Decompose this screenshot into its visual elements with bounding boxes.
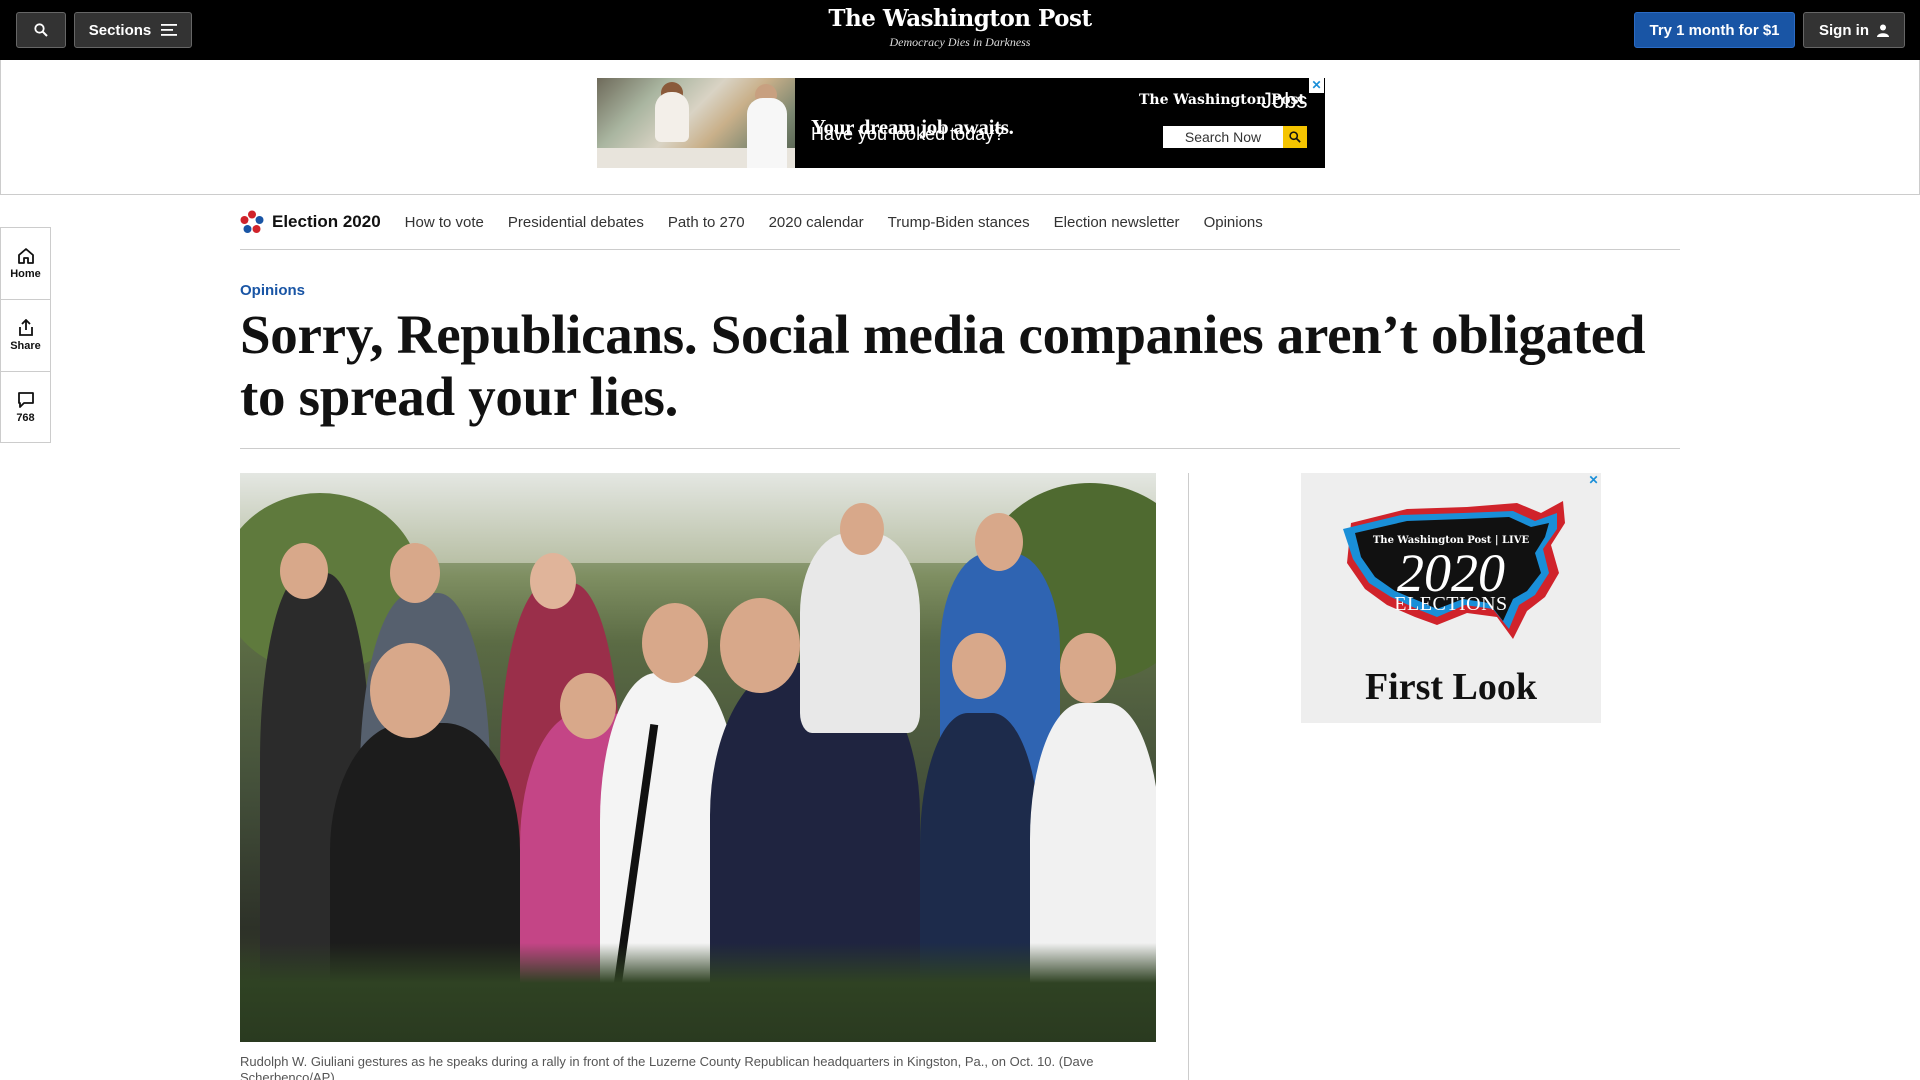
- search-icon: [1289, 131, 1301, 143]
- photo-caption: Rudolph W. Giuliani gestures as he speak…: [240, 1054, 1094, 1080]
- search-icon: [34, 23, 48, 37]
- election-2020-link[interactable]: Election 2020: [240, 210, 381, 234]
- close-icon[interactable]: ✕: [1309, 78, 1324, 93]
- ad-brand-jobs: Jobs: [1261, 88, 1308, 113]
- ad-search-field[interactable]: Search Now: [1163, 126, 1283, 148]
- section-kicker[interactable]: Opinions: [240, 282, 305, 299]
- ad-subhead: Have you looked today?: [811, 124, 1005, 144]
- nav-link-2020-calendar[interactable]: 2020 calendar: [769, 214, 864, 231]
- column-divider: [1188, 473, 1189, 1080]
- side-ad-label: ELECTIONS: [1394, 593, 1508, 615]
- washington-post-logo[interactable]: The Washington Post: [810, 4, 1110, 34]
- share-button[interactable]: Share: [0, 299, 51, 371]
- home-button[interactable]: Home: [0, 227, 51, 299]
- left-action-rail: Home Share 768: [0, 227, 51, 443]
- top-ad-container: Your dream job awaits. Have you looked t…: [0, 60, 1920, 195]
- home-label: Home: [10, 268, 41, 280]
- sign-in-button[interactable]: Sign in: [1803, 12, 1905, 48]
- search-button[interactable]: [16, 12, 66, 48]
- elections-side-ad[interactable]: The Washington Post | LIVE 2020 ELECTION…: [1301, 473, 1601, 723]
- article-lead-photo[interactable]: [240, 473, 1156, 1042]
- home-icon: [17, 248, 34, 264]
- election-subnav: Election 2020 How to vote Presidential d…: [240, 195, 1680, 250]
- nav-link-how-to-vote[interactable]: How to vote: [405, 214, 484, 231]
- top-navigation-bar: Sections The Washington Post Democracy D…: [0, 0, 1920, 60]
- share-label: Share: [10, 340, 41, 352]
- sections-label: Sections: [88, 21, 152, 39]
- headline-divider: [240, 448, 1680, 449]
- nav-link-opinions[interactable]: Opinions: [1204, 214, 1263, 231]
- nav-link-presidential-debates[interactable]: Presidential debates: [508, 214, 644, 231]
- share-icon: [18, 319, 33, 336]
- nav-link-election-newsletter[interactable]: Election newsletter: [1054, 214, 1180, 231]
- side-ad-tagline: First Look: [1364, 666, 1538, 708]
- election-2020-title: Election 2020: [272, 212, 381, 231]
- comments-button[interactable]: 768: [0, 371, 51, 443]
- sign-in-label: Sign in: [1819, 21, 1869, 39]
- comment-icon: [17, 391, 34, 408]
- comment-count: 768: [16, 411, 35, 424]
- ad-search-button[interactable]: [1283, 126, 1307, 148]
- close-icon[interactable]: ✕: [1586, 473, 1601, 488]
- nav-link-path-to-270[interactable]: Path to 270: [668, 214, 745, 231]
- ad-photo-handshake: [597, 78, 795, 168]
- masthead-tagline: Democracy Dies in Darkness: [889, 35, 1031, 49]
- masthead[interactable]: The Washington Post Democracy Dies in Da…: [810, 4, 1110, 50]
- article-headline: Sorry, Republicans. Social media compani…: [240, 304, 1646, 427]
- sections-button[interactable]: Sections: [74, 12, 192, 48]
- nav-link-trump-biden-stances[interactable]: Trump-Biden stances: [888, 214, 1030, 231]
- menu-icon: [161, 24, 178, 36]
- jobs-ad-banner[interactable]: Your dream job awaits. Have you looked t…: [597, 78, 1325, 168]
- subscribe-button[interactable]: Try 1 month for $1: [1634, 12, 1795, 48]
- election-star-icon: [240, 210, 264, 233]
- user-icon: [1877, 24, 1889, 37]
